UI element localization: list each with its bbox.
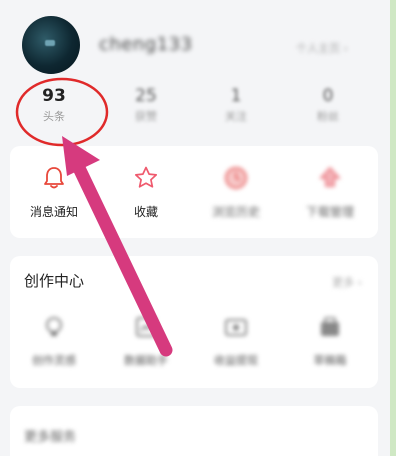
services-card: 更多服务 [10,406,378,456]
username[interactable]: cheng133 [99,34,193,55]
creation-more-link[interactable]: 更多 › [332,274,362,290]
creation-item-label: 创作灵感 [32,354,76,367]
stat-likes[interactable]: 25 获赞 [114,86,178,124]
creation-item[interactable]: 数据助手 [106,314,186,368]
services-title: 更多服务 [24,430,77,445]
creation-item-label: 草稿箱 [313,354,347,367]
stat-value: 1 [230,86,242,106]
stat-label: 关注 [225,110,247,123]
drafts-icon [321,317,339,336]
lightbulb-icon [46,317,62,336]
clock-icon [225,167,247,189]
creation-item[interactable]: 收益提现 [196,314,276,368]
stat-value: 0 [322,86,334,106]
avatar-logo-icon [45,40,55,46]
avatar[interactable] [22,16,80,74]
quick-actions-card: 消息通知 收藏 浏览历史 下载管理 [10,146,378,238]
notifications-label: 消息通知 [29,205,78,219]
notifications-button[interactable]: 消息通知 [14,164,94,220]
downloads-button[interactable]: 下载管理 [290,164,370,220]
creation-center-card: 创作中心 更多 › 创作灵感 数据助手 收益提现 草稿箱 [10,256,378,388]
stat-value: 93 [42,86,66,106]
creation-item-label: 收益提现 [214,354,258,367]
download-icon [319,166,341,187]
stat-label: 粉丝 [317,110,339,123]
chart-icon [136,317,156,337]
bell-icon [44,167,64,189]
window-edge [390,0,396,456]
favorites-label: 收藏 [133,205,158,219]
creation-item-label: 数据助手 [124,354,168,367]
star-icon [134,166,158,188]
wallet-icon [225,319,247,336]
creation-item[interactable]: 草稿箱 [290,314,370,368]
app-screen: cheng133 个人主页 › 93 头条 25 获赞 1 关注 0 粉丝 消息… [0,0,396,456]
stat-headlines[interactable]: 93 头条 [22,86,86,124]
history-button[interactable]: 浏览历史 [196,164,276,220]
creation-center-title: 创作中心 [24,272,85,290]
favorites-button[interactable]: 收藏 [106,164,186,220]
downloads-label: 下载管理 [305,205,354,219]
profile-link[interactable]: 个人主页 › [296,40,348,56]
stat-label: 头条 [43,110,65,123]
profile-header: cheng133 个人主页 › 93 头条 25 获赞 1 关注 0 粉丝 [0,0,390,140]
stat-label: 获赞 [135,110,157,123]
stat-followers[interactable]: 0 粉丝 [296,86,360,124]
stat-value: 25 [135,86,157,106]
stat-following[interactable]: 1 关注 [204,86,268,124]
creation-item[interactable]: 创作灵感 [14,314,94,368]
history-label: 浏览历史 [211,205,260,219]
